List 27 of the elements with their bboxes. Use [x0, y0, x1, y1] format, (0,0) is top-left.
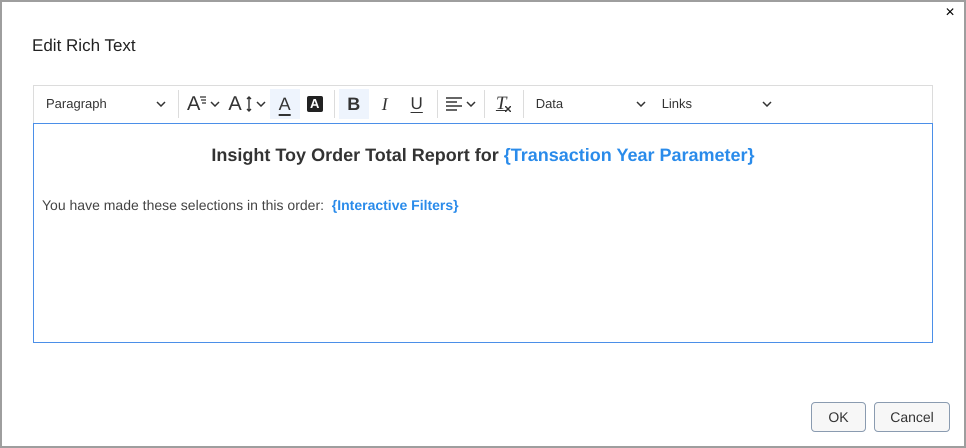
italic-button[interactable]: I — [368, 89, 401, 119]
paragraph-text: You have made these selections in this order: {Interactive Filters} — [42, 196, 459, 215]
dropdown-select[interactable]: Paragraph — [38, 89, 174, 119]
chevron-icon — [210, 101, 220, 107]
bold-button[interactable]: B — [338, 89, 369, 119]
chevron-icon — [256, 101, 266, 107]
chevron-icon — [636, 101, 646, 107]
lines-icon — [200, 96, 206, 104]
text-editor[interactable]: Insight Toy Order Total Report for {Transaction Year Parameter} You have made these selections in this order: {Interactive Filters} — [33, 122, 933, 342]
align-left-icon — [446, 97, 462, 111]
font-color-button[interactable]: A — [270, 89, 300, 119]
clear-format-button[interactable]: T — [488, 89, 519, 119]
chevron-icon — [156, 101, 166, 107]
dialog-title: Edit Rich Text — [32, 35, 136, 57]
underline-button[interactable]: U — [400, 89, 433, 119]
chevron-icon — [466, 101, 476, 107]
dropdown-select[interactable]: Links — [654, 89, 780, 119]
chevron-icon — [762, 101, 772, 107]
font-size-button[interactable]: A — [183, 89, 224, 119]
dropdown-select[interactable]: Data — [528, 89, 654, 119]
line-height-button[interactable]: A — [224, 89, 270, 119]
heading-text: Insight Toy Order Total Report for {Transaction Year Parameter} — [211, 144, 755, 167]
ok-button[interactable]: OK — [811, 402, 866, 432]
close-button[interactable]: × — [942, 4, 958, 22]
highlight-button[interactable]: A — [300, 89, 330, 119]
vertical-arrow-icon — [246, 96, 252, 112]
cancel-button[interactable]: Cancel — [874, 402, 950, 432]
